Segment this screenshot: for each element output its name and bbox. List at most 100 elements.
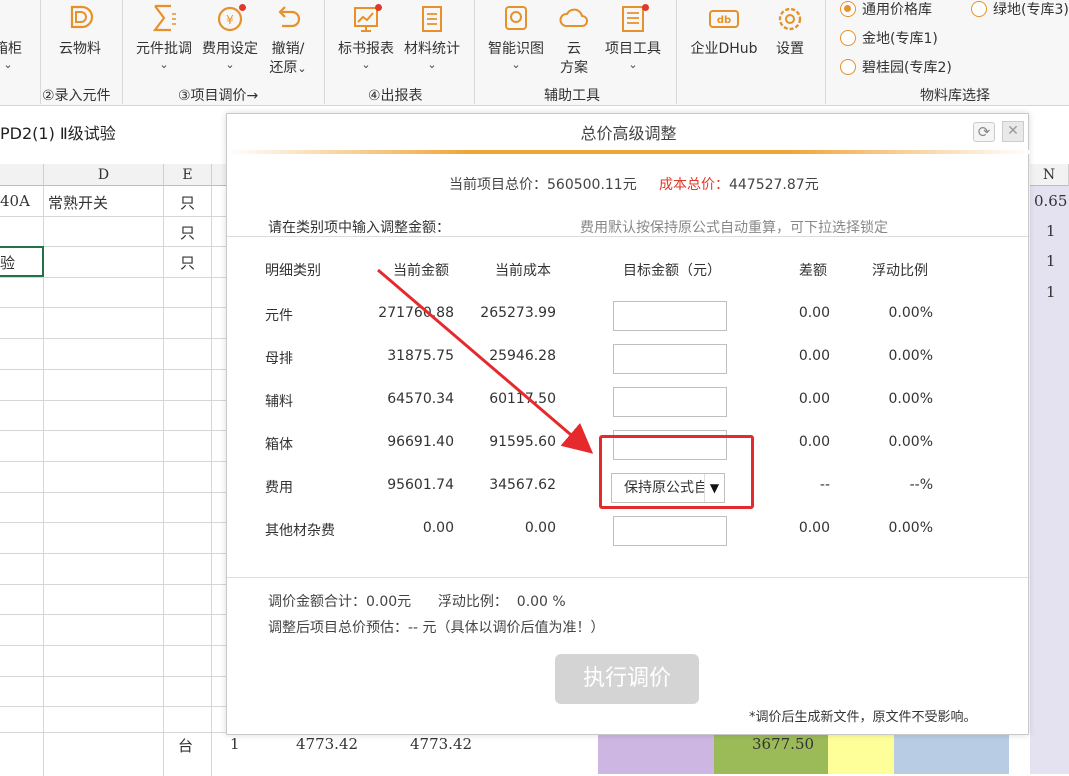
dialog-title: 总价高级调整 bbox=[580, 124, 677, 143]
column-header-n[interactable]: N bbox=[1030, 164, 1069, 186]
grid-line bbox=[0, 614, 228, 615]
chevron-down-icon: ⌄ bbox=[361, 58, 371, 71]
cloud-material-label: 云物料 bbox=[59, 41, 101, 57]
cell-qty[interactable]: 1 bbox=[230, 735, 240, 753]
target-amount-input[interactable] bbox=[613, 387, 727, 417]
row-ratio: 0.00% bbox=[888, 348, 933, 364]
cell-d1[interactable]: 常熟开关 bbox=[48, 192, 108, 213]
svg-text:db: db bbox=[717, 15, 731, 26]
cost-total-value: 447527.87元 bbox=[728, 177, 819, 193]
row-cost: 34567.62 bbox=[489, 477, 556, 493]
total-summary: 当前项目总价：560500.11元 成本总价：447527.87元 bbox=[449, 174, 819, 194]
grid-line bbox=[0, 553, 228, 554]
row-cost: 25946.28 bbox=[489, 348, 556, 364]
settings-button[interactable]: 设置 bbox=[768, 0, 812, 59]
cloud-icon bbox=[556, 2, 592, 36]
grid-line bbox=[0, 307, 228, 308]
batch-adjust-button[interactable]: 元件批调 ⌄ bbox=[132, 0, 196, 71]
group-label-adjust: ③项目调价→ bbox=[178, 88, 259, 104]
column-header-d[interactable]: D bbox=[44, 164, 164, 186]
row-amount: 96691.40 bbox=[387, 434, 454, 450]
project-tools-label: 项目工具 bbox=[605, 41, 661, 57]
refresh-icon[interactable]: ⟳ bbox=[973, 122, 995, 142]
gear-icon bbox=[772, 2, 808, 36]
footnote: *调价后生成新文件，原文件不受影响。 bbox=[749, 710, 977, 725]
tools-icon bbox=[615, 2, 651, 36]
undo-redo-button[interactable]: 撤销/ 还原⌄ bbox=[262, 0, 314, 78]
sum-value: 0.00元 bbox=[366, 594, 412, 610]
execute-adjust-button[interactable]: 执行调价 bbox=[555, 654, 699, 704]
tender-report-button[interactable]: 标书报表 ⌄ bbox=[334, 0, 398, 71]
cell-e1[interactable]: 只 bbox=[180, 192, 195, 213]
row-category: 箱体 bbox=[265, 437, 293, 453]
column-n-fill bbox=[1030, 186, 1069, 774]
cell-fill-yellow bbox=[828, 732, 894, 774]
grid-line bbox=[0, 400, 228, 401]
undo-label: 撤销/ bbox=[271, 41, 305, 57]
radio-country-garden-library[interactable]: 碧桂园(专库2) bbox=[840, 57, 952, 77]
grid-line bbox=[0, 676, 228, 677]
float-label: 浮动比例： bbox=[437, 594, 508, 610]
target-amount-input[interactable] bbox=[613, 516, 727, 546]
cell-c1[interactable]: 40A bbox=[0, 192, 30, 210]
row-amount: 64570.34 bbox=[387, 391, 454, 407]
column-header-e[interactable]: E bbox=[164, 164, 212, 186]
cell-n3[interactable]: 1 bbox=[1046, 252, 1056, 270]
estimate-text: 调整后项目总价预估：-- 元（具体以调价后值为准！） bbox=[268, 620, 605, 636]
divider bbox=[227, 236, 1030, 237]
cell-c3[interactable]: 验 bbox=[0, 252, 15, 273]
row-diff: 0.00 bbox=[798, 520, 830, 536]
radio-general-library[interactable]: 通用价格库 bbox=[840, 0, 932, 19]
batch-adjust-label: 元件批调 bbox=[136, 41, 192, 57]
cell-e2[interactable]: 只 bbox=[180, 222, 195, 243]
cell-n1[interactable]: 0.65 bbox=[1034, 192, 1067, 210]
title-accent-line bbox=[227, 150, 1030, 154]
radio-gemdale-library[interactable]: 金地(专库1) bbox=[840, 28, 938, 48]
notification-dot bbox=[375, 4, 382, 11]
radio-unchecked-icon bbox=[840, 30, 856, 46]
enterprise-dhub-button[interactable]: db 企业DHub bbox=[686, 0, 762, 59]
row-ratio: --% bbox=[909, 477, 933, 493]
price-adjust-dialog: 总价高级调整 ⟳ ✕ 当前项目总价：560500.11元 成本总价：447527… bbox=[226, 113, 1030, 735]
radio-unchecked-icon bbox=[971, 1, 987, 17]
chevron-down-icon: ⌄ bbox=[427, 58, 437, 71]
cloud-scheme-button[interactable]: 云 方案 bbox=[552, 0, 596, 78]
cabinet-button[interactable]: 箱柜 ⌄ bbox=[0, 0, 28, 71]
cloud-material-icon bbox=[62, 2, 98, 36]
cell-n4[interactable]: 1 bbox=[1046, 283, 1056, 301]
cell-price-2[interactable]: 4773.42 bbox=[410, 735, 472, 753]
target-amount-input[interactable] bbox=[613, 301, 727, 331]
notification-dot bbox=[239, 4, 246, 11]
row-ratio: 0.00% bbox=[888, 434, 933, 450]
target-amount-input[interactable] bbox=[613, 344, 727, 374]
material-stats-button[interactable]: 材料统计 ⌄ bbox=[400, 0, 464, 71]
radio-greenland-library[interactable]: 绿地(专库3) bbox=[971, 0, 1069, 19]
column-header-c[interactable] bbox=[0, 164, 44, 186]
adjust-summary: 调价金额合计：0.00元 浮动比例： 0.00 % bbox=[268, 591, 566, 611]
row-diff: 0.00 bbox=[798, 305, 830, 321]
smart-recognize-label: 智能识图 bbox=[488, 41, 544, 57]
scan-icon bbox=[498, 2, 534, 36]
row-cost: 265273.99 bbox=[480, 305, 556, 321]
project-tools-button[interactable]: 项目工具 ⌄ bbox=[600, 0, 666, 71]
grid-line bbox=[0, 522, 228, 523]
cell-e3[interactable]: 只 bbox=[180, 252, 195, 273]
grid-line bbox=[0, 645, 228, 646]
ribbon-separator bbox=[474, 0, 475, 104]
cost-total-label: 成本总价： bbox=[658, 177, 729, 193]
close-icon[interactable]: ✕ bbox=[1002, 121, 1024, 142]
smart-recognize-button[interactable]: 智能识图 ⌄ bbox=[484, 0, 548, 71]
cell-unit[interactable]: 台 bbox=[178, 735, 193, 756]
cell-price-1[interactable]: 4773.42 bbox=[296, 735, 358, 753]
material-stats-label: 材料统计 bbox=[404, 41, 460, 57]
radio-label: 通用价格库 bbox=[862, 2, 932, 18]
cell-n2[interactable]: 1 bbox=[1046, 222, 1056, 240]
cloud-material-button[interactable]: 云物料 bbox=[52, 0, 108, 59]
highlight-box bbox=[599, 435, 754, 509]
grid-line bbox=[0, 706, 228, 707]
fee-setting-button[interactable]: ¥ 费用设定 ⌄ bbox=[198, 0, 262, 71]
group-label-library: 物料库选择 bbox=[920, 88, 990, 104]
cell-price-3[interactable]: 3677.50 bbox=[752, 735, 814, 753]
grid-line bbox=[0, 338, 228, 339]
row-cost: 0.00 bbox=[524, 520, 556, 536]
